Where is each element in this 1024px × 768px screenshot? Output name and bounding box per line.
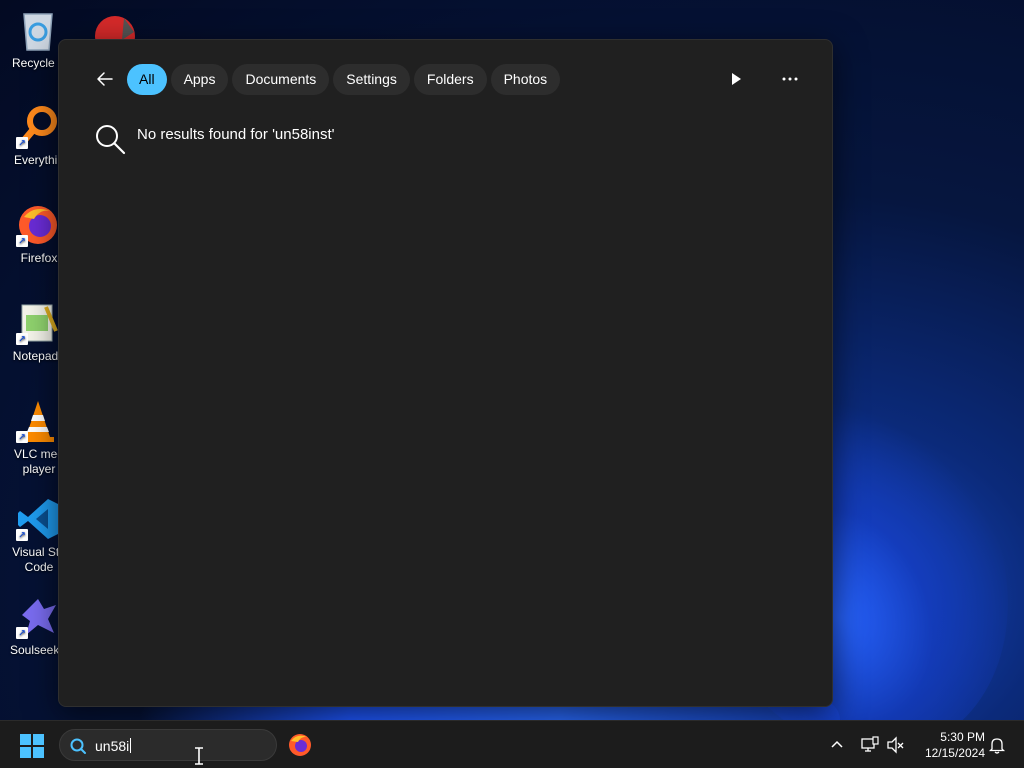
soulseek-bird-icon: ↗ bbox=[16, 595, 60, 639]
everything-icon: ↗ bbox=[16, 105, 60, 149]
back-arrow-icon bbox=[97, 72, 113, 86]
windows-logo-tile bbox=[33, 734, 44, 745]
more-filters-play-button[interactable] bbox=[724, 70, 748, 88]
shortcut-arrow-icon: ↗ bbox=[16, 529, 28, 541]
recycle-bin-icon bbox=[16, 8, 60, 52]
search-input-value[interactable]: un58i bbox=[95, 737, 132, 755]
more-options-button[interactable] bbox=[777, 68, 803, 90]
start-button[interactable] bbox=[20, 734, 44, 758]
mouse-ibeam-cursor-icon bbox=[195, 747, 203, 765]
filter-documents[interactable]: Documents bbox=[232, 63, 330, 95]
taskbar-clock[interactable]: 5:30 PM 12/15/2024 bbox=[915, 729, 985, 761]
windows-logo-icon bbox=[20, 734, 31, 745]
back-button[interactable] bbox=[87, 63, 123, 95]
filter-bar: All Apps Documents Settings Folders Phot… bbox=[87, 63, 564, 95]
filter-all[interactable]: All bbox=[127, 63, 167, 95]
clock-time: 5:30 PM bbox=[940, 730, 985, 744]
play-icon bbox=[732, 73, 741, 85]
shortcut-arrow-icon: ↗ bbox=[16, 235, 28, 247]
shortcut-arrow-icon: ↗ bbox=[16, 333, 28, 345]
vlc-cone-icon: ↗ bbox=[16, 399, 60, 443]
notification-bell-icon[interactable] bbox=[988, 736, 1006, 754]
taskbar-search-box[interactable]: un58i bbox=[59, 729, 277, 761]
clock-date: 12/15/2024 bbox=[924, 746, 985, 760]
notepad-plus-plus-icon: ↗ bbox=[16, 301, 60, 345]
filter-photos[interactable]: Photos bbox=[490, 63, 561, 95]
more-options-icon bbox=[782, 77, 798, 81]
filter-apps[interactable]: Apps bbox=[170, 63, 229, 95]
windows-logo-tile bbox=[33, 747, 44, 758]
taskbar: un58i 5:30 PM 12/15/2024 bbox=[0, 720, 1024, 768]
shortcut-arrow-icon: ↗ bbox=[16, 627, 28, 639]
search-icon bbox=[70, 738, 86, 754]
filter-settings[interactable]: Settings bbox=[333, 63, 410, 95]
vscode-icon: ↗ bbox=[16, 497, 60, 541]
firefox-icon: ↗ bbox=[16, 203, 60, 247]
hidden-desktop-icon bbox=[94, 14, 136, 56]
windows-logo-tile bbox=[20, 747, 31, 758]
text-caret bbox=[130, 738, 132, 753]
search-panel: All Apps Documents Settings Folders Phot… bbox=[58, 39, 833, 707]
search-icon bbox=[96, 125, 126, 155]
taskbar-firefox-button[interactable] bbox=[288, 733, 312, 757]
volume-muted-icon[interactable] bbox=[886, 735, 906, 755]
no-results-text: No results found for 'un58inst' bbox=[137, 126, 335, 143]
search-input-text: un58i bbox=[95, 738, 130, 754]
shortcut-arrow-icon: ↗ bbox=[16, 137, 28, 149]
network-icon[interactable] bbox=[860, 735, 880, 755]
filter-folders[interactable]: Folders bbox=[413, 63, 487, 95]
show-hidden-icons-chevron-icon[interactable] bbox=[829, 736, 845, 752]
no-results-message: No results found for 'un58inst' bbox=[93, 122, 335, 156]
shortcut-arrow-icon: ↗ bbox=[16, 431, 28, 443]
firefox-icon bbox=[289, 734, 311, 756]
